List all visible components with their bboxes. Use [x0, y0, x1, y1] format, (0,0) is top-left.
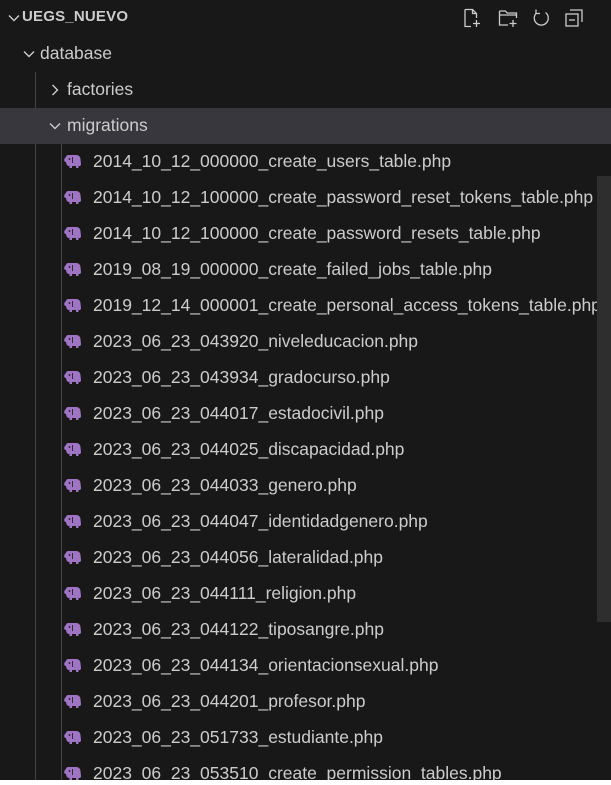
php-elephant-icon: [63, 262, 82, 277]
tree-file[interactable]: 2019_08_19_000000_create_failed_jobs_tab…: [0, 252, 611, 288]
chevron-right-icon: [52, 84, 59, 96]
php-elephant-icon: [63, 766, 82, 780]
new-file-icon[interactable]: [461, 7, 483, 29]
php-elephant-icon: [63, 730, 82, 745]
file-label: 2019_12_14_000001_create_personal_access…: [93, 295, 601, 315]
vertical-scrollbar[interactable]: [597, 176, 611, 622]
file-label: 2023_06_23_044111_religion.php: [93, 583, 357, 603]
file-label: 2014_10_12_100000_create_password_reset_…: [93, 187, 594, 207]
php-elephant-icon: [63, 334, 82, 349]
tree-file[interactable]: 2023_06_23_044111_religion.php: [0, 576, 611, 612]
tree-file[interactable]: 2023_06_23_043920_niveleducacion.php: [0, 324, 611, 360]
tree-file[interactable]: 2023_06_23_044033_genero.php: [0, 468, 611, 504]
php-elephant-icon: [63, 514, 82, 529]
file-label: 2023_06_23_044134_orientacionsexual.php: [93, 655, 439, 675]
tree-folder-database[interactable]: database: [0, 36, 611, 72]
tree-file[interactable]: 2023_06_23_043934_gradocurso.php: [0, 360, 611, 396]
chevron-down-icon: [23, 51, 35, 58]
file-label: 2019_08_19_000000_create_failed_jobs_tab…: [93, 259, 492, 279]
file-label: 2014_10_12_100000_create_password_resets…: [93, 223, 541, 243]
php-elephant-icon: [63, 442, 82, 457]
php-elephant-icon: [63, 622, 82, 637]
explorer-panel: UEGS_NUEVO database factories migrations…: [0, 0, 611, 780]
file-label: 2023_06_23_044122_tiposangre.php: [93, 619, 384, 639]
file-label: 2023_06_23_053510_create_permission_tabl…: [93, 763, 502, 780]
file-label: 2023_06_23_044056_lateralidad.php: [93, 547, 383, 567]
refresh-icon[interactable]: [530, 7, 552, 29]
tree-file[interactable]: 2023_06_23_044122_tiposangre.php: [0, 612, 611, 648]
tree-file[interactable]: 2023_06_23_044201_profesor.php: [0, 684, 611, 720]
file-label: 2014_10_12_000000_create_users_table.php: [93, 151, 452, 171]
folder-label: database: [40, 43, 113, 63]
file-label: 2023_06_23_044201_profesor.php: [93, 691, 366, 711]
file-label: 2023_06_23_044025_discapacidad.php: [93, 439, 405, 459]
tree-file[interactable]: 2023_06_23_044056_lateralidad.php: [0, 540, 611, 576]
tree-file[interactable]: 2014_10_12_000000_create_users_table.php: [0, 144, 611, 180]
tree-file[interactable]: 2014_10_12_100000_create_password_reset_…: [0, 180, 611, 216]
workspace-title: UEGS_NUEVO: [22, 8, 129, 25]
collapse-all-icon[interactable]: [563, 7, 585, 29]
chevron-down-icon: [8, 15, 20, 22]
explorer-section-header[interactable]: UEGS_NUEVO: [0, 0, 611, 36]
php-elephant-icon: [63, 550, 82, 565]
file-label: 2023_06_23_043934_gradocurso.php: [93, 367, 390, 387]
php-elephant-icon: [63, 478, 82, 493]
new-folder-icon[interactable]: [497, 7, 519, 29]
folder-label: factories: [67, 79, 134, 99]
php-elephant-icon: [63, 658, 82, 673]
php-elephant-icon: [63, 586, 82, 601]
tree-file[interactable]: 2023_06_23_053510_create_permission_tabl…: [0, 756, 611, 780]
file-label: 2023_06_23_043920_niveleducacion.php: [93, 331, 419, 351]
tree-file[interactable]: 2023_06_23_044134_orientacionsexual.php: [0, 648, 611, 684]
php-elephant-icon: [63, 694, 82, 709]
file-label: 2023_06_23_044047_identidadgenero.php: [93, 511, 428, 531]
php-elephant-icon: [63, 370, 82, 385]
php-elephant-icon: [63, 298, 82, 313]
php-elephant-icon: [63, 154, 82, 169]
php-elephant-icon: [63, 406, 82, 421]
php-elephant-icon: [63, 226, 82, 241]
file-label: 2023_06_23_044017_estadocivil.php: [93, 403, 384, 423]
tree-file[interactable]: 2014_10_12_100000_create_password_resets…: [0, 216, 611, 252]
php-elephant-icon: [63, 190, 82, 205]
tree-folder-factories[interactable]: factories: [0, 72, 611, 108]
folder-label: migrations: [67, 115, 148, 135]
tree-folder-migrations[interactable]: migrations: [0, 108, 611, 144]
tree-file[interactable]: 2019_12_14_000001_create_personal_access…: [0, 288, 611, 324]
file-label: 2023_06_23_044033_genero.php: [93, 475, 357, 495]
tree-file[interactable]: 2023_06_23_044025_discapacidad.php: [0, 432, 611, 468]
chevron-down-icon: [49, 123, 61, 130]
tree-file[interactable]: 2023_06_23_044047_identidadgenero.php: [0, 504, 611, 540]
tree-file[interactable]: 2023_06_23_044017_estadocivil.php: [0, 396, 611, 432]
tree-file[interactable]: 2023_06_23_051733_estudiante.php: [0, 720, 611, 756]
file-label: 2023_06_23_051733_estudiante.php: [93, 727, 384, 747]
